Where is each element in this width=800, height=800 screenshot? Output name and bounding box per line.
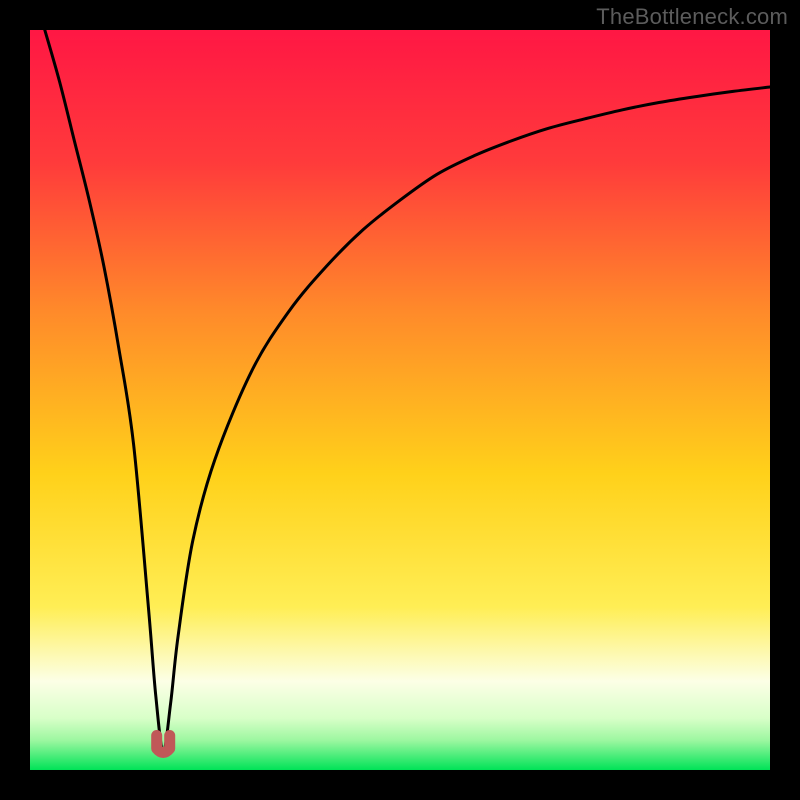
plot-area: [30, 30, 770, 770]
watermark-text: TheBottleneck.com: [596, 4, 788, 30]
bottleneck-curve: [30, 30, 770, 770]
chart-frame: TheBottleneck.com: [0, 0, 800, 800]
trough-marker: [157, 736, 170, 753]
curve-line: [45, 30, 770, 752]
